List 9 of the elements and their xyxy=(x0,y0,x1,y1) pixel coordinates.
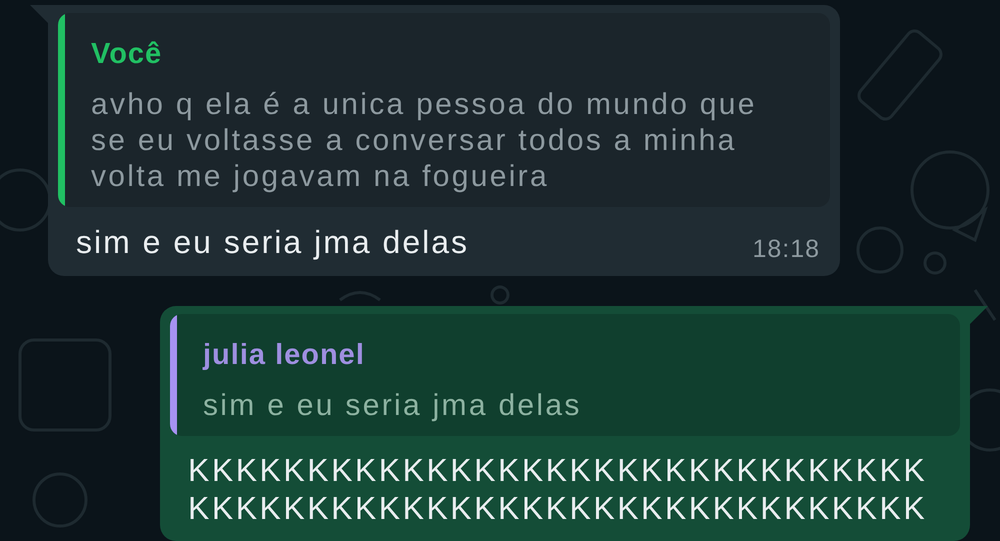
quoted-message[interactable]: Você avho q ela é a unica pessoa do mundo que se eu voltasse a conversar todos a minha volta me jogavam na fogueira xyxy=(58,13,830,207)
quoted-message[interactable]: julia leonel sim e eu seria jma delas xyxy=(170,314,960,436)
message-time: 18:18 xyxy=(752,235,820,264)
message-text: KKKKKKKKKKKKKKKKKKKKKKKKKKKKKKKKKKKKKKKKKKKKKKKKKKKKKKKKKKKKKK xyxy=(188,451,928,527)
quote-text: avho q ela é a unica pessoa do mundo que se eu voltasse a conversar todos a minha volta me jogavam na fogueira xyxy=(91,87,758,195)
message-text: sim e eu seria jma delas xyxy=(76,223,470,262)
quote-text: sim e eu seria jma delas xyxy=(203,388,582,424)
quote-author: Você xyxy=(91,37,164,71)
quote-author: julia leonel xyxy=(203,338,366,372)
